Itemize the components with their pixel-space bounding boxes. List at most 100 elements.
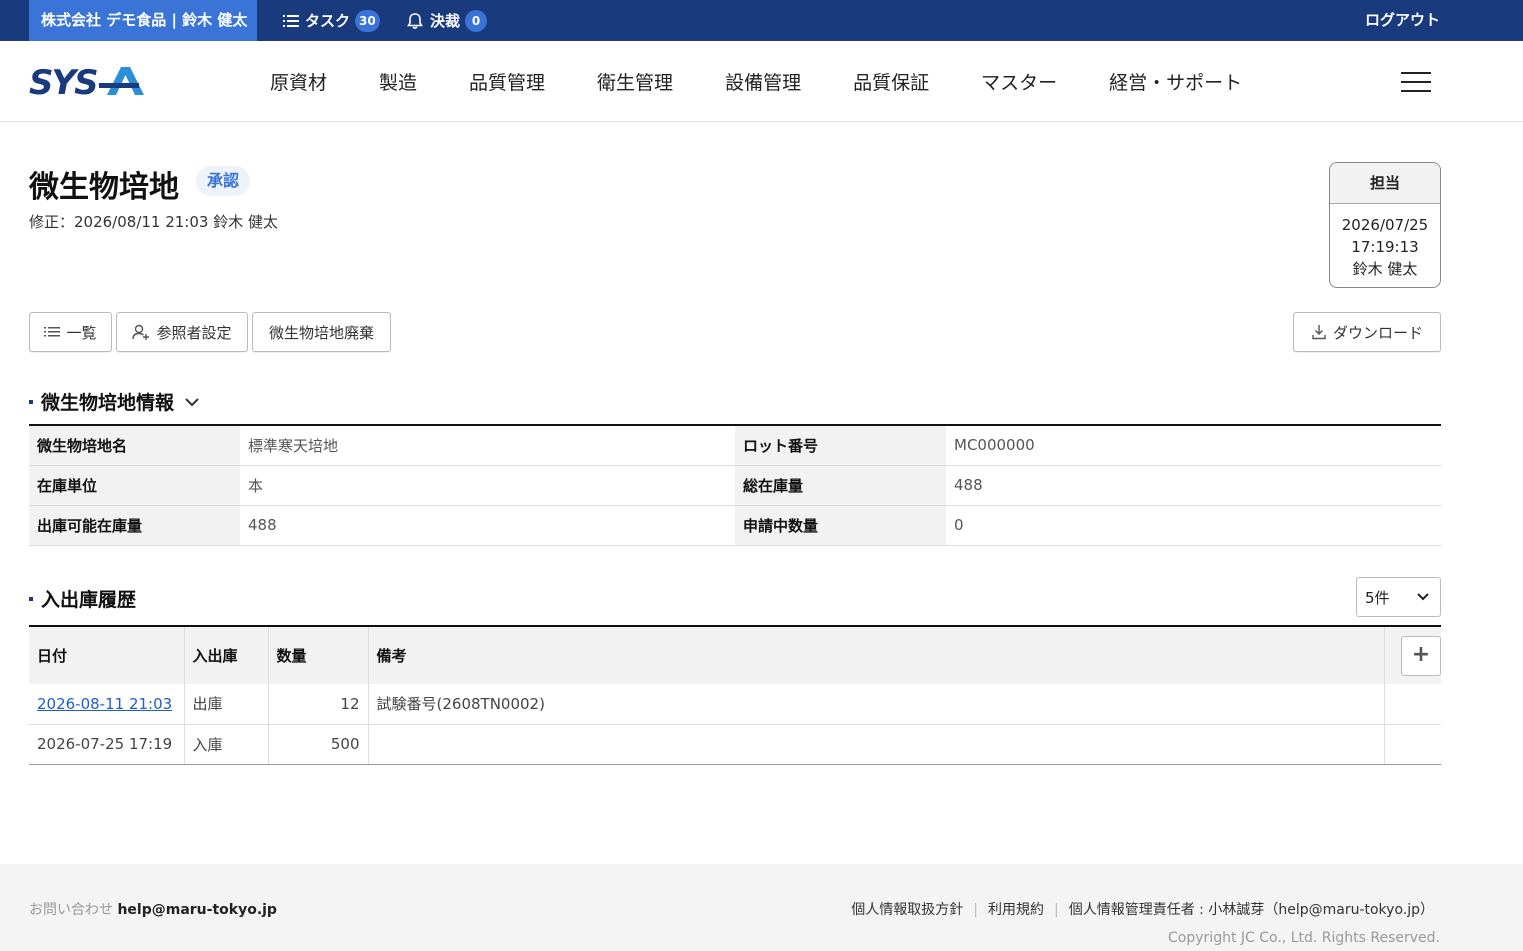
info-row: 出庫可能在庫量 488 申請中数量 0 bbox=[29, 505, 1441, 546]
bell-icon bbox=[407, 12, 423, 29]
add-user-icon bbox=[132, 324, 150, 340]
logout-button[interactable]: ログアウト bbox=[1365, 0, 1440, 41]
modified-info: 修正：2026/08/11 21:03 鈴木 健太 bbox=[29, 213, 278, 231]
status-badge: 承認 bbox=[196, 166, 251, 196]
info-value: MC000000 bbox=[946, 425, 1441, 466]
page-size-select[interactable]: 5件 bbox=[1356, 577, 1441, 617]
assignee-name: 鈴木 健太 bbox=[1352, 260, 1418, 278]
info-value: 488 bbox=[240, 505, 735, 546]
task-button[interactable]: タスク 30 bbox=[283, 0, 380, 41]
history-empty-cell bbox=[1384, 684, 1441, 725]
history-table: 日付 入出庫 数量 備考 + 2026-08-11 21:03 出庫 12 試験… bbox=[29, 625, 1441, 765]
info-value: 488 bbox=[946, 465, 1441, 506]
nav-item-quality-control[interactable]: 品質管理 bbox=[469, 68, 545, 95]
info-label: 在庫単位 bbox=[29, 465, 240, 506]
column-header-type: 入出庫 bbox=[184, 626, 269, 684]
task-count-badge: 30 bbox=[355, 9, 380, 32]
column-header-date: 日付 bbox=[29, 626, 185, 684]
column-header-note: 備考 bbox=[368, 626, 1385, 684]
viewer-settings-label: 参照者設定 bbox=[156, 323, 232, 342]
contact-email[interactable]: help@maru-tokyo.jp bbox=[117, 902, 277, 918]
contact-info: お問い合わせ help@maru-tokyo.jp bbox=[29, 899, 277, 919]
nav-item-quality-assurance[interactable]: 品質保証 bbox=[853, 68, 929, 95]
history-empty-cell bbox=[1384, 724, 1441, 765]
list-button[interactable]: 一覧 bbox=[29, 312, 112, 352]
history-date-cell: 2026-07-25 17:19 bbox=[29, 724, 185, 765]
add-row-button[interactable]: + bbox=[1401, 635, 1441, 676]
privacy-officer-info: 個人情報管理責任者 : 小林誠芽（help@maru-tokyo.jp） bbox=[1068, 902, 1434, 918]
dispose-button-label: 微生物培地廃棄 bbox=[268, 323, 374, 342]
info-label: 申請中数量 bbox=[735, 505, 946, 546]
nav-item-master[interactable]: マスター bbox=[981, 68, 1057, 95]
assignee-box: 担当 2026/07/25 17:19:13 鈴木 健太 bbox=[1329, 162, 1441, 288]
history-quantity-cell: 500 bbox=[268, 724, 369, 765]
history-note-cell bbox=[368, 724, 1385, 765]
history-section-header: 入出庫履歴 bbox=[29, 585, 136, 612]
download-button-label: ダウンロード bbox=[1332, 323, 1423, 342]
history-quantity-cell: 12 bbox=[268, 684, 369, 725]
download-button[interactable]: ダウンロード bbox=[1293, 312, 1441, 352]
column-header-quantity: 数量 bbox=[268, 626, 369, 684]
divider: | bbox=[1054, 902, 1059, 918]
nav-item-management-support[interactable]: 経営・サポート bbox=[1109, 68, 1242, 95]
nav-item-manufacturing[interactable]: 製造 bbox=[379, 68, 417, 95]
nav-item-hygiene[interactable]: 衛生管理 bbox=[597, 68, 673, 95]
menu-icon[interactable] bbox=[1401, 72, 1431, 92]
info-label: 出庫可能在庫量 bbox=[29, 505, 240, 546]
table-header-row: 日付 入出庫 数量 備考 + bbox=[29, 626, 1441, 684]
list-icon bbox=[44, 327, 61, 337]
footer-links: 個人情報取扱方針 | 利用規約 | 個人情報管理責任者 : 小林誠芽（help@maru… bbox=[851, 899, 1434, 919]
section-marker bbox=[29, 596, 33, 601]
history-date-cell: 2026-08-11 21:03 bbox=[29, 684, 185, 725]
history-section-title: 入出庫履歴 bbox=[41, 589, 137, 611]
page-title: 微生物培地 bbox=[29, 170, 179, 205]
assignee-date: 2026/07/25 bbox=[1341, 216, 1429, 234]
approval-label: 決裁 bbox=[430, 12, 461, 30]
footer: お問い合わせ help@maru-tokyo.jp 個人情報取扱方針 | 利用規約 |… bbox=[0, 864, 1523, 951]
info-section-header[interactable]: 微生物培地情報 bbox=[29, 388, 201, 415]
list-icon bbox=[283, 14, 299, 27]
info-label: 微生物培地名 bbox=[29, 425, 240, 466]
chevron-down-icon bbox=[1417, 593, 1429, 601]
company-user-label: 株式会社 デモ食品 | 鈴木 健太 bbox=[29, 0, 257, 41]
info-label: 総在庫量 bbox=[735, 465, 946, 506]
info-value: 0 bbox=[946, 505, 1441, 546]
add-column-cell: + bbox=[1384, 626, 1441, 684]
history-type-cell: 入庫 bbox=[184, 724, 269, 765]
nav-item-equipment[interactable]: 設備管理 bbox=[725, 68, 801, 95]
main-header: SYS 原資材 製造 品質管理 衛生管理 設備管理 品質保証 マスター 経営・サ… bbox=[0, 41, 1523, 122]
table-row: 2026-07-25 17:19 入庫 500 bbox=[29, 724, 1441, 765]
info-row: 在庫単位 本 総在庫量 488 bbox=[29, 465, 1441, 506]
download-icon bbox=[1312, 325, 1326, 340]
list-button-label: 一覧 bbox=[66, 323, 97, 342]
divider: | bbox=[973, 902, 978, 918]
sysa-logo[interactable]: SYS bbox=[29, 63, 145, 99]
info-table: 微生物培地名 標準寒天培地 ロット番号 MC000000 在庫単位 本 総在庫量… bbox=[29, 424, 1441, 546]
history-type-cell: 出庫 bbox=[184, 684, 269, 725]
dispose-button[interactable]: 微生物培地廃棄 bbox=[252, 312, 391, 352]
svg-text:SYS: SYS bbox=[29, 63, 97, 99]
chevron-down-icon bbox=[185, 397, 199, 406]
history-date-link[interactable]: 2026-08-11 21:03 bbox=[37, 695, 172, 713]
top-bar: 株式会社 デモ食品 | 鈴木 健太 タスク 30 決裁 0 ログアウト bbox=[0, 0, 1523, 41]
page-size-value: 5件 bbox=[1365, 588, 1390, 607]
info-row: 微生物培地名 標準寒天培地 ロット番号 MC000000 bbox=[29, 425, 1441, 466]
history-note-cell: 試験番号(2608TN0002) bbox=[368, 684, 1385, 725]
info-label: ロット番号 bbox=[735, 425, 946, 466]
info-value: 標準寒天培地 bbox=[240, 425, 735, 466]
info-value: 本 bbox=[240, 465, 735, 506]
privacy-policy-link[interactable]: 個人情報取扱方針 bbox=[851, 902, 963, 918]
copyright: Copyright JC Co., Ltd. Rights Reserved. bbox=[1168, 930, 1440, 946]
approval-button[interactable]: 決裁 0 bbox=[406, 0, 488, 41]
approval-count-badge: 0 bbox=[465, 9, 488, 32]
viewer-settings-button[interactable]: 参照者設定 bbox=[116, 312, 248, 352]
terms-link[interactable]: 利用規約 bbox=[988, 902, 1044, 918]
task-label: タスク bbox=[305, 12, 351, 30]
nav-item-raw-materials[interactable]: 原資材 bbox=[270, 68, 327, 95]
contact-label: お問い合わせ bbox=[29, 902, 113, 918]
assignee-time: 17:19:13 bbox=[1351, 238, 1419, 256]
main-nav: 原資材 製造 品質管理 衛生管理 設備管理 品質保証 マスター 経営・サポート bbox=[270, 41, 1294, 122]
info-section-title: 微生物培地情報 bbox=[41, 392, 175, 414]
section-marker bbox=[29, 399, 33, 404]
assignee-label: 担当 bbox=[1330, 163, 1440, 204]
